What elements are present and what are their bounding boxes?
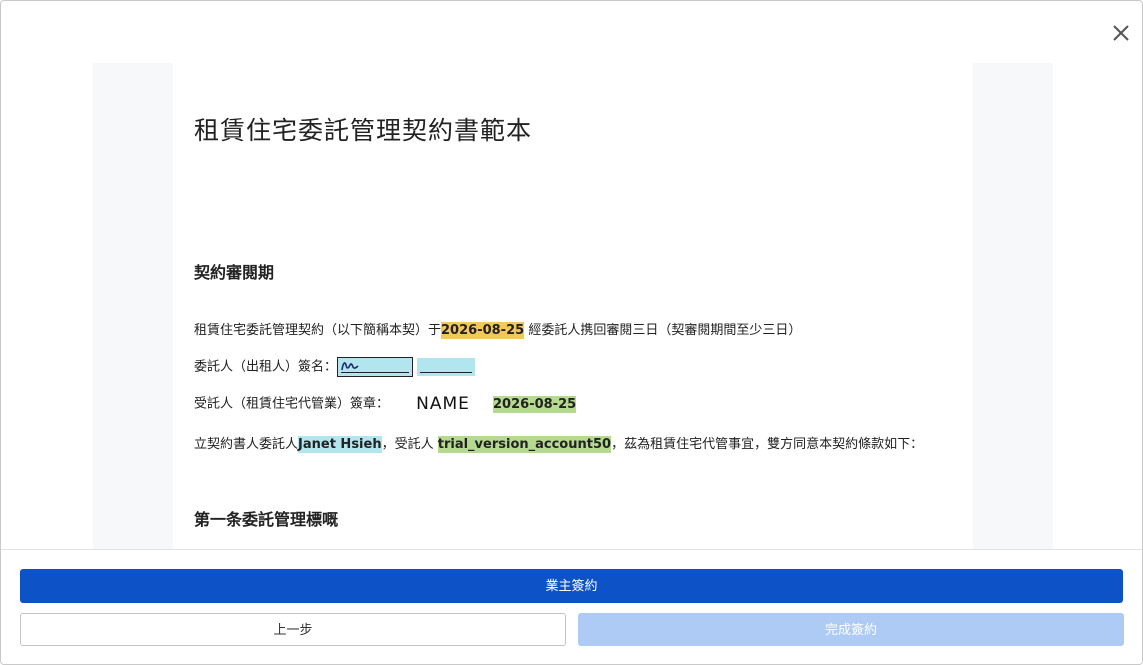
signature-icon: [341, 362, 359, 371]
agent-stamp-date-field[interactable]: 2026-08-25: [493, 395, 577, 413]
client-signature-field[interactable]: [337, 357, 414, 377]
document-title: 租賃住宅委託管理契約書範本: [194, 116, 533, 145]
back-button[interactable]: 上一步: [20, 613, 566, 646]
article-1-heading: 第一条委託管理標嘅: [194, 510, 339, 529]
action-footer: 業主簽約 上一步 完成簽約: [1, 549, 1142, 664]
document-page: 租賃住宅委託管理契約書範本 契約審閱期 租賃住宅委託管理契約（以下簡稱本契）于2…: [173, 63, 973, 549]
agent-stamp-label: 受託人（租賃住宅代管業）簽章：: [194, 396, 390, 412]
agent-account-field[interactable]: trial_version_account50: [437, 436, 612, 453]
close-button[interactable]: [1108, 20, 1134, 46]
client-name-field[interactable]: Janet Hsieh: [298, 436, 382, 453]
signing-modal: 租賃住宅委託管理契約書範本 契約審閱期 租賃住宅委託管理契約（以下簡稱本契）于2…: [0, 0, 1143, 665]
parties-line: 立契約書人委託人Janet Hsieh，受託人 trial_version_ac…: [194, 436, 924, 453]
review-date-field[interactable]: 2026-08-25: [441, 322, 525, 339]
client-signature-line: 委託人（出租人）簽名：: [194, 357, 476, 378]
agent-name-stamp[interactable]: NAME: [407, 394, 479, 414]
owner-sign-button[interactable]: 業主簽約: [20, 569, 1123, 603]
agent-stamp-line: 受託人（租賃住宅代管業）簽章： NAME 2026-08-25: [194, 394, 577, 415]
review-period-line: 租賃住宅委託管理契約（以下簡稱本契）于2026-08-25 經委託人携回審閱三日…: [194, 322, 802, 339]
client-signature-label: 委託人（出租人）簽名：: [194, 359, 338, 375]
complete-signing-button[interactable]: 完成簽約: [578, 613, 1124, 646]
client-signature-date-field[interactable]: [417, 358, 476, 376]
review-period-heading: 契約審閱期: [194, 263, 275, 282]
close-icon: [1113, 25, 1129, 41]
